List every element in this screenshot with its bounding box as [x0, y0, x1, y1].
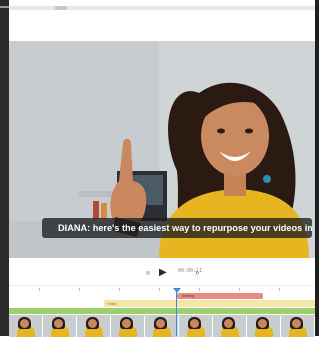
- editor-toolbar: [9, 6, 315, 10]
- subtitle-caption[interactable]: DIANA: here's the easiest way to repurpo…: [42, 218, 312, 238]
- fast-forward-icon[interactable]: »: [195, 264, 199, 282]
- thumbnail-frame[interactable]: [179, 316, 213, 337]
- thumbnail-frame[interactable]: [213, 316, 247, 337]
- playhead-line: [176, 292, 177, 336]
- timeline-ruler[interactable]: [9, 285, 315, 296]
- subtitle-track-clip[interactable]: Writing: [177, 293, 263, 299]
- play-icon[interactable]: ▶: [159, 264, 167, 282]
- thumbnail-frame[interactable]: [77, 316, 111, 337]
- toolbar-indicator: [55, 6, 67, 10]
- window-left-edge: [0, 0, 9, 336]
- thumbnail-frame[interactable]: [281, 316, 315, 337]
- rewind-icon[interactable]: «: [146, 264, 150, 282]
- window-right-edge: [315, 0, 319, 336]
- playback-controls: « ▶ 00:00:11 »: [9, 264, 315, 282]
- thumbnail-frame[interactable]: [247, 316, 281, 337]
- thumbnail-frame[interactable]: [111, 316, 145, 337]
- thumbnail-frame[interactable]: [43, 316, 77, 337]
- thumbnail-frame[interactable]: [9, 316, 43, 337]
- ruler-tick: [279, 288, 280, 291]
- ruler-tick: [79, 288, 80, 291]
- text-track-clip[interactable]: Video: [104, 300, 315, 307]
- ruler-tick: [239, 288, 240, 291]
- ruler-tick: [39, 288, 40, 291]
- window-top-edge: [9, 0, 315, 3]
- ruler-tick: [199, 288, 200, 291]
- ruler-tick: [119, 288, 120, 291]
- subtitle-track-label: Writing: [182, 293, 195, 298]
- text-track-label: Video: [107, 301, 118, 306]
- thumbnail-frame[interactable]: [145, 316, 179, 337]
- audio-track-clip[interactable]: [9, 308, 315, 314]
- caption-text: DIANA: here's the easiest way to repurpo…: [58, 223, 312, 233]
- video-thumbnail-strip[interactable]: [9, 315, 315, 337]
- ruler-tick: [159, 288, 160, 291]
